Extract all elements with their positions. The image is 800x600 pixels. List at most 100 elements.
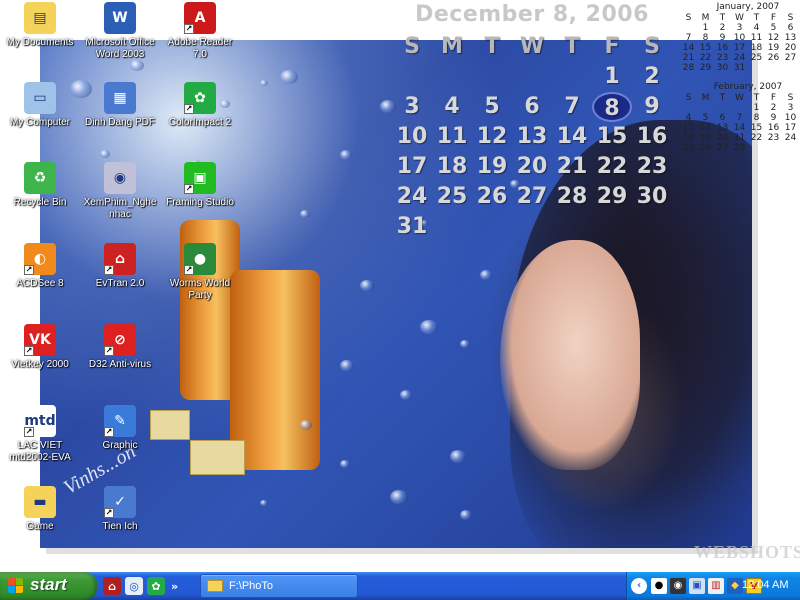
evtran-shortcut[interactable]: ⌂ ↗ EvTran 2.0: [80, 243, 160, 290]
calendar-day: 1: [604, 64, 620, 89]
my-documents-shortcut[interactable]: ▤ My Documents: [0, 2, 80, 49]
shield-tray-icon[interactable]: ◆: [727, 578, 743, 594]
my-computer-icon: ▭: [24, 82, 56, 114]
calendar-day: 28: [682, 63, 695, 73]
adobe-reader-shortcut[interactable]: A ↗ Adobe Reader 7.0: [160, 2, 240, 61]
calendar-day: 11: [750, 33, 763, 43]
acdsee-icon: ◐ ↗: [24, 243, 56, 275]
calendar-day: 19: [767, 43, 780, 53]
calendar-day: 1: [702, 23, 709, 33]
task-button-photo-folder[interactable]: F:\PhoTo: [200, 574, 358, 598]
desktop-icon-label: D32 Anti-virus: [88, 359, 152, 370]
water-drop: [340, 150, 352, 160]
water-drop: [260, 80, 268, 86]
calendar-day: 6: [524, 94, 540, 119]
chart-tray-icon[interactable]: ▥: [708, 578, 724, 594]
water-drop: [130, 60, 144, 71]
calendar-day: 12: [767, 33, 780, 43]
calendar-day: 18: [436, 154, 468, 179]
evtran-quicklaunch-icon[interactable]: ⌂: [103, 577, 121, 595]
tray-expand-icon[interactable]: ‹: [631, 578, 647, 594]
game-shortcut[interactable]: ▬ Game: [0, 486, 80, 533]
water-drop: [390, 490, 408, 504]
dinh-dang-pdf-icon: ▦: [104, 82, 136, 114]
start-label: start: [30, 575, 67, 594]
calendar-day: 31: [733, 63, 746, 73]
weekday-header: S: [787, 13, 794, 23]
taskbar: start ⌂ ◎ ✿ » F:\PhoTo ‹ ● ◉ ▣ ▥ ◆ V 12:…: [0, 572, 800, 600]
microsoft-office-word-2003-icon: W: [104, 2, 136, 34]
xemphim-nghe-nhac-shortcut[interactable]: ◉ XemPhim_Nghe nhac: [80, 162, 160, 221]
panda-antivirus-tray-icon[interactable]: ●: [651, 578, 667, 594]
calendar-grid: S M T W T F S 1 2 3 4 5 6 7 8 9 10 11 12 13 14 15 16 17 18 19 20 21…: [680, 13, 800, 73]
calendar-empty-cell: [472, 212, 512, 242]
calendar-day: 27: [784, 53, 797, 63]
my-documents-icon: ▤: [24, 2, 56, 34]
calendar-day: 8: [753, 113, 760, 123]
framing-studio-shortcut[interactable]: ▣ ↗ Framing Studio: [160, 162, 240, 209]
calendar-title: February, 2007: [713, 82, 783, 92]
calendar-day: 5: [702, 113, 709, 123]
my-computer-shortcut[interactable]: ▭ My Computer: [0, 82, 80, 129]
calendar-empty-cell: [632, 212, 672, 242]
calendar-day: 21: [682, 53, 695, 63]
microsoft-office-word-2003-shortcut[interactable]: W Microsoft Office Word 2003: [80, 2, 160, 61]
calendar-day: 8: [592, 92, 632, 122]
calendar-grid: S M T W T F S 1 2 3 4 5 6 7 8 9 10 11 12 13 14 15 16 17 18 19 20 21…: [680, 93, 800, 153]
calendar-day: 16: [636, 124, 668, 149]
calendar-day: 19: [699, 133, 712, 143]
calendar-day: 24: [396, 184, 428, 209]
d32-antivirus-icon: ⊘ ↗: [104, 324, 136, 356]
calendar-day: 1: [753, 103, 760, 113]
calendar-empty-cell: [782, 143, 799, 153]
calendar-day: 9: [644, 94, 660, 119]
vietkey-shortcut[interactable]: VK ↗ Vietkey 2000: [0, 324, 80, 371]
colorimpact-quicklaunch-icon[interactable]: ✿: [147, 577, 165, 595]
calendar-day: 25: [750, 53, 763, 63]
weekday-header: F: [604, 34, 620, 59]
weekday-header: S: [685, 93, 692, 103]
water-drop: [280, 70, 298, 84]
webcam-tray-icon[interactable]: ◉: [670, 578, 686, 594]
desktop-icon-label: My Documents: [6, 37, 74, 48]
calendar-empty-cell: [432, 212, 472, 242]
desktop-icon-label: Worms World Party: [169, 278, 231, 301]
quick-launch-chevron-icon[interactable]: »: [171, 580, 178, 593]
acdsee-shortcut[interactable]: ◐ ↗ ACDSee 8: [0, 243, 80, 290]
start-button[interactable]: start: [0, 572, 97, 600]
monitor-tray-icon[interactable]: ▣: [689, 578, 705, 594]
lac-viet-shortcut[interactable]: mtd ↗ LAC VIET mtd2002-EVA: [0, 405, 80, 464]
calendar-day: 14: [733, 123, 746, 133]
tien-ich-shortcut[interactable]: ✓ ↗ Tien Ich: [80, 486, 160, 533]
calendar-day: 20: [716, 133, 729, 143]
recycle-bin-shortcut[interactable]: ♻ Recycle Bin: [0, 162, 80, 209]
d32-antivirus-shortcut[interactable]: ⊘ ↗ D32 Anti-virus: [80, 324, 160, 371]
recycle-bin-icon: ♻: [24, 162, 56, 194]
calendar-day: 18: [750, 43, 763, 53]
shortcut-arrow-icon: ↗: [104, 508, 114, 518]
calendar-day: 29: [596, 184, 628, 209]
shortcut-arrow-icon: ↗: [184, 24, 194, 34]
graphic-shortcut[interactable]: ✎ ↗ Graphic: [80, 405, 160, 452]
dinh-dang-pdf-shortcut[interactable]: ▦ Dinh Dang PDF: [80, 82, 160, 129]
calendar-day: 13: [716, 123, 729, 133]
tray-clock[interactable]: 12:04 AM: [742, 579, 788, 591]
calendar-day: 7: [736, 113, 743, 123]
calendar-day: 6: [787, 23, 794, 33]
desktop-icon-label: ColorImpact 2: [168, 117, 232, 128]
shortcut-arrow-icon: ↗: [24, 265, 34, 275]
colorimpact-shortcut[interactable]: ✿ ↗ ColorImpact 2: [160, 82, 240, 129]
calendar-day: 25: [682, 143, 695, 153]
water-drop: [450, 450, 466, 463]
disk-cleanup-quicklaunch-icon[interactable]: ◎: [125, 577, 143, 595]
calendar-day: 18: [682, 133, 695, 143]
shortcut-arrow-icon: ↗: [104, 346, 114, 356]
calendar-day: 3: [787, 103, 794, 113]
calendar-day: 20: [784, 43, 797, 53]
worms-world-party-shortcut[interactable]: ● ↗ Worms World Party: [160, 243, 240, 302]
calendar-empty-cell: [392, 62, 432, 92]
water-drop: [300, 210, 310, 218]
calendar-day: 30: [636, 184, 668, 209]
weekday-header: M: [701, 93, 710, 103]
weekday-header: T: [719, 13, 726, 23]
